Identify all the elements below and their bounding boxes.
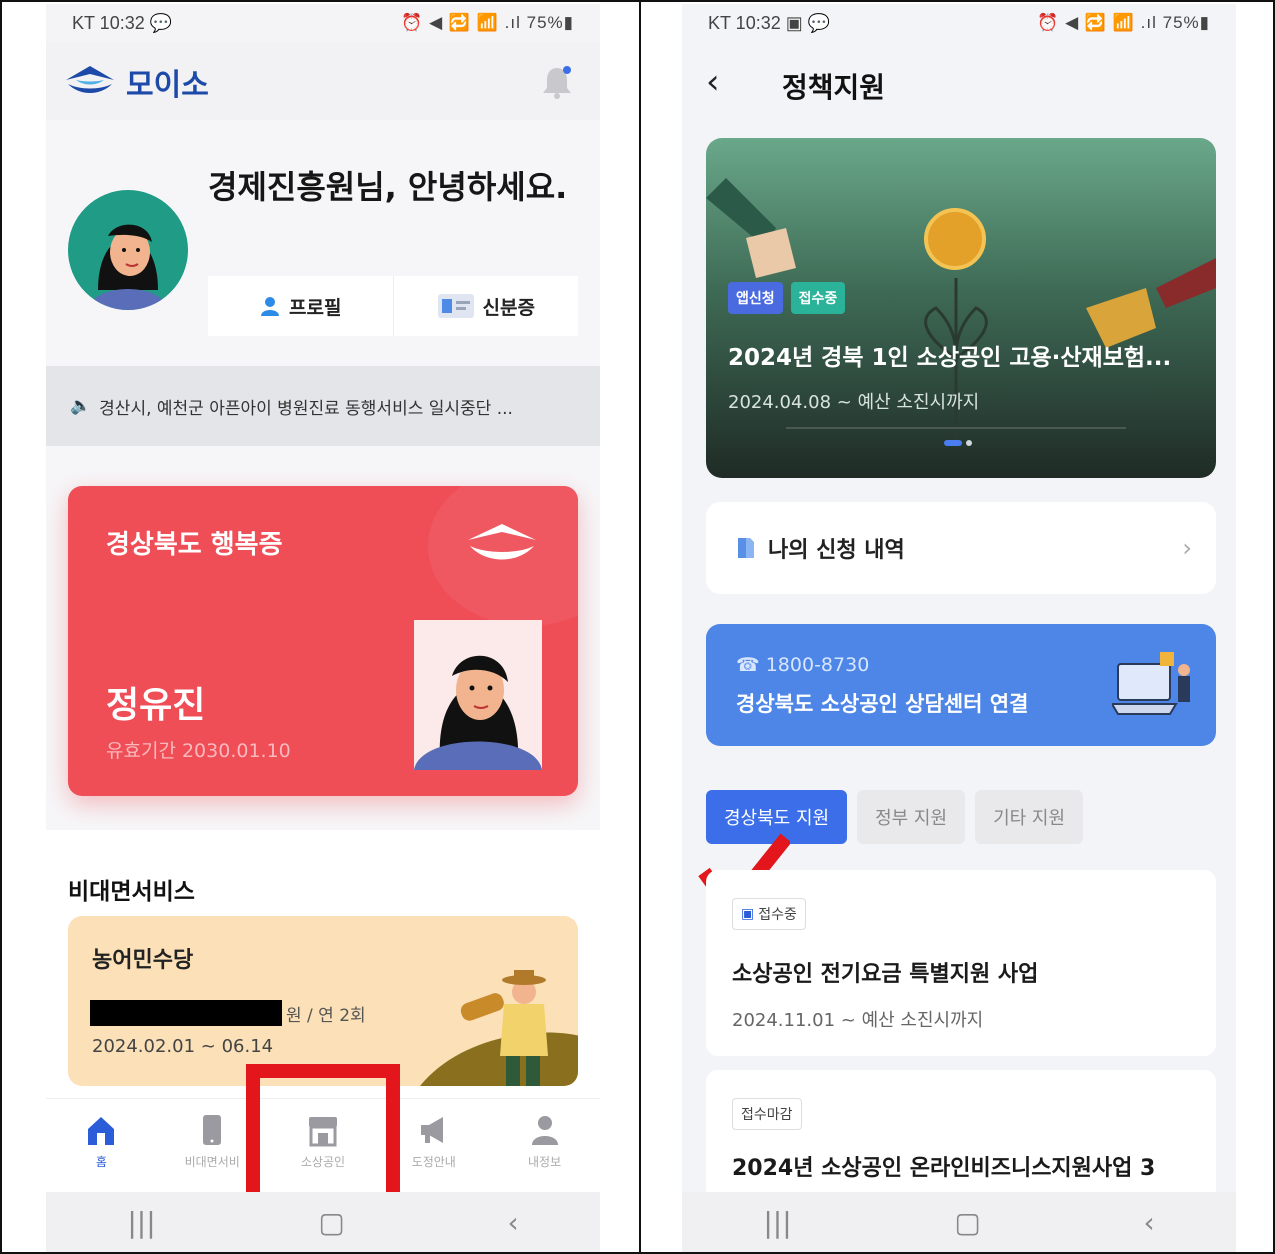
policy-title: 2024년 소상공인 온라인비즈니스지원사업 3 [732,1156,1156,1181]
profile-button[interactable]: 프로필 [208,276,394,336]
notice-text: 경산시, 예천군 아픈아이 병원진료 동행서비스 일시중단 ... [99,398,513,419]
status-time: KT 10:32 ▣ 💬 [708,12,831,33]
panel-divider [639,0,641,1254]
status-badge-label: 접수마감 [741,1107,793,1123]
phone-number-text: 1800-8730 [765,654,870,676]
coin-icon [924,208,986,270]
id-card-button-label: 신분증 [482,296,535,319]
nav-contactless-label: 비대면서비 [184,1155,240,1169]
smartphone-icon [203,1115,222,1145]
carousel-dot [966,440,972,446]
status-time: KT 10:32 💬 [72,12,173,33]
app-apply-badge: 앱신청 [728,282,783,314]
user-icon [531,1116,558,1145]
nav-my-info[interactable]: 내정보 [495,1113,595,1170]
profile-buttons: 프로필 신분증 [208,276,578,336]
receiving-badge: 접수중 [790,282,846,314]
left-phone-screen: KT 10:32 💬 ⏰ ◀ 🔁 📶 .ıl 75%▮ 모이소 경제진흥원님, … [46,4,600,1252]
avatar-illustration-icon [88,224,168,310]
notification-bell-icon[interactable] [540,64,574,100]
notice-bar[interactable]: 🔈 경산시, 예천군 아픈아이 병원진료 동행서비스 일시중단 ... [46,366,600,446]
nav-my-info-label: 내정보 [528,1155,562,1169]
phone-icon: ☎ [736,654,760,676]
laptop-illustration-icon [1112,652,1190,715]
policy-card[interactable]: ▣ 접수중 소상공인 전기요금 특별지원 사업 2024.11.01 ~ 예산 … [706,870,1216,1056]
megaphone-icon [420,1117,443,1143]
status-icons: ⏰ ◀ 🔁 📶 .ıl 75%▮ [401,13,574,32]
greeting-text: 경제진흥원님, 안녕하세요. [208,168,568,206]
app-name: 모이소 [126,68,209,103]
card-photo [414,620,542,770]
recent-apps-icon[interactable]: ||| [763,1206,791,1239]
home-button-icon[interactable]: ▢ [318,1206,344,1239]
banner-badges: 앱신청 접수중 [728,282,846,314]
farmer-illustration-icon [420,970,578,1086]
document-icon [738,538,754,558]
service-amount-suffix: 원 / 연 2회 [286,1005,366,1026]
consultation-center-card[interactable]: ☎ 1800-8730 경상북도 소상공인 상담센터 연결 [706,624,1216,746]
chevron-right-icon: › [1182,534,1192,562]
consultation-center-label: 경상북도 소상공인 상담센터 연결 [736,692,1029,716]
page-title: 정책지원 [782,71,886,104]
service-name: 농어민수당 [92,948,194,973]
carousel-indicator[interactable] [944,440,972,446]
happiness-card-section: 경상북도 행복증 정유진 유효기간 2030.01.10 [46,446,600,830]
back-arrow-icon[interactable]: ‹ [706,62,720,102]
card-title: 경상북도 행복증 [106,530,283,560]
user-avatar[interactable] [68,190,188,310]
calendar-icon: ▣ [741,906,755,922]
id-card-button[interactable]: 신분증 [393,276,578,336]
nav-home-label: 홈 [95,1155,107,1169]
policy-banner[interactable]: 앱신청 접수중 2024년 경북 1인 소상공인 고용·산재보험... 2024… [706,138,1216,478]
system-navigation: ||| ▢ ‹ [682,1192,1236,1252]
happiness-card[interactable]: 경상북도 행복증 정유진 유효기간 2030.01.10 [68,486,578,796]
nav-province-info-label: 도정안내 [411,1155,456,1169]
app-logo[interactable]: 모이소 [62,60,209,104]
status-icons: ⏰ ◀ 🔁 📶 .ıl 75%▮ [1037,13,1210,32]
policy-title: 소상공인 전기요금 특별지원 사업 [732,962,1039,987]
id-card-icon [437,294,474,318]
service-period: 2024.02.01 ~ 06.14 [92,1036,274,1057]
service-amount: 원 / 연 2회 [90,1000,366,1026]
my-applications-link[interactable]: 나의 신청 내역 › [706,502,1216,594]
banner-date: 2024.04.08 ~ 예산 소진시까지 [728,392,980,413]
status-bar: KT 10:32 💬 ⏰ ◀ 🔁 📶 .ıl 75%▮ [46,4,600,42]
profile-section: 경제진흥원님, 안녕하세요. 프로필 신분증 [46,120,600,366]
section-heading: 비대면서비스 [68,879,195,905]
back-button-icon[interactable]: ‹ [1143,1206,1154,1239]
contactless-service-section: 비대면서비스 농어민수당 원 / 연 2회 2024.02.01 ~ 06.14 [46,830,600,1100]
tab-government-support[interactable]: 정부 지원 [857,790,966,844]
back-button-icon[interactable]: ‹ [507,1206,518,1239]
right-phone-screen: KT 10:32 ▣ 💬 ⏰ ◀ 🔁 📶 .ıl 75%▮ ‹ 정책지원 앱신청… [682,4,1236,1252]
card-logo-icon [468,524,536,560]
page-header: ‹ 정책지원 [682,42,1236,122]
person-icon [261,297,280,316]
status-badge: ▣ 접수중 [732,898,806,930]
recent-apps-icon[interactable]: ||| [127,1206,155,1239]
highlight-box [246,1064,400,1206]
card-holder-name: 정유진 [106,685,206,726]
profile-button-label: 프로필 [289,296,342,319]
my-applications-label: 나의 신청 내역 [768,538,905,563]
service-card[interactable]: 농어민수당 원 / 연 2회 2024.02.01 ~ 06.14 [68,916,578,1086]
app-bar: 모이소 [46,42,600,120]
banner-title: 2024년 경북 1인 소상공인 고용·산재보험... [728,345,1172,371]
redacted-amount [90,1000,282,1026]
moiso-logo-icon [66,66,114,93]
speaker-icon: 🔈 [70,396,92,416]
status-bar: KT 10:32 ▣ 💬 ⏰ ◀ 🔁 📶 .ıl 75%▮ [682,4,1236,42]
nav-home[interactable]: 홈 [51,1113,151,1170]
policy-card[interactable]: 접수마감 2024년 소상공인 온라인비즈니스지원사업 3 [706,1070,1216,1200]
home-button-icon[interactable]: ▢ [954,1206,980,1239]
system-navigation: ||| ▢ ‹ [46,1192,600,1252]
card-validity: 유효기간 2030.01.10 [106,740,291,762]
card-photo-illustration-icon [414,655,542,770]
home-icon [88,1117,115,1145]
status-badge-label: 접수중 [758,907,797,923]
phone-number: ☎ 1800-8730 [736,654,869,676]
policy-date: 2024.11.01 ~ 예산 소진시까지 [732,1010,984,1031]
tab-other-support[interactable]: 기타 지원 [975,790,1084,844]
status-badge: 접수마감 [732,1098,802,1130]
carousel-dot-active [944,440,962,446]
